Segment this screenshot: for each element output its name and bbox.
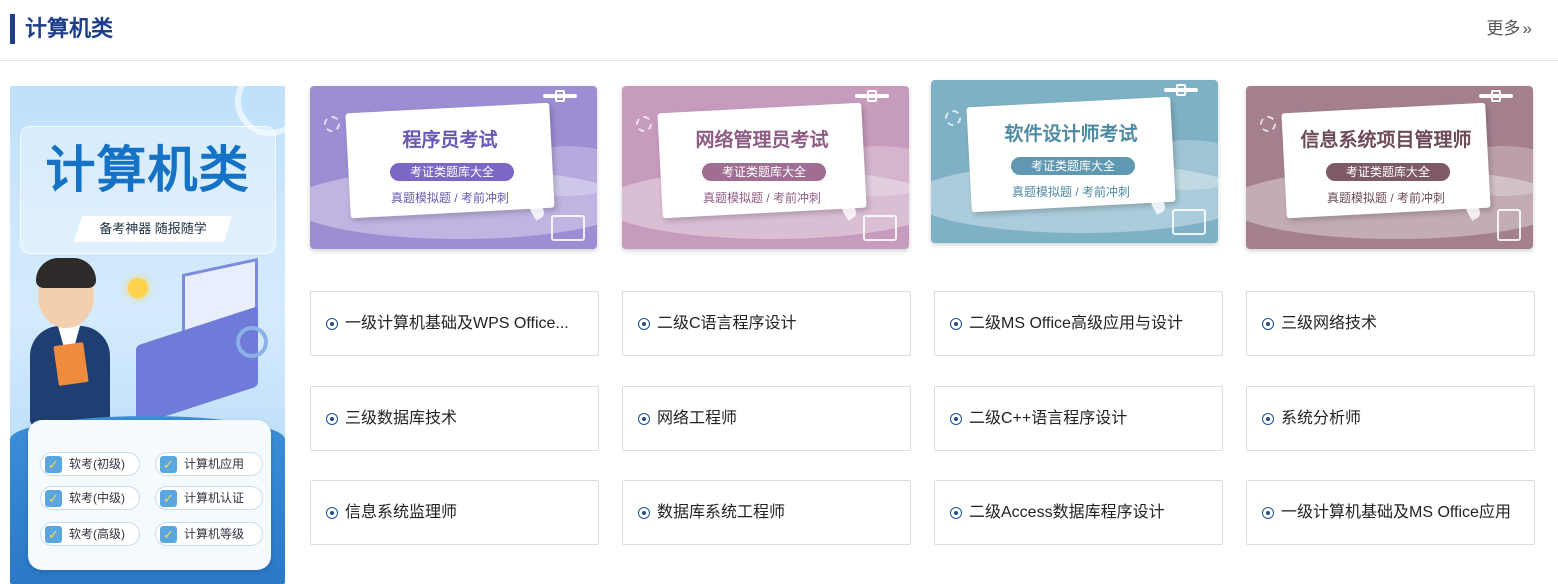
exam-link-label: 二级Access数据库程序设计 xyxy=(969,504,1165,521)
exam-link[interactable]: 一级计算机基础及MS Office应用 xyxy=(1246,480,1535,545)
exam-link[interactable]: 信息系统监理师 xyxy=(310,480,599,545)
bullet-circle-icon xyxy=(1262,318,1274,330)
magnifier-illustration xyxy=(236,326,268,358)
bullet-circle-icon xyxy=(326,318,338,330)
tag-item: ✓ 软考(中级) xyxy=(40,486,140,510)
checkbox-checked-icon: ✓ xyxy=(45,490,62,507)
tag-item: ✓ 计算机应用 xyxy=(155,452,263,476)
exam-link[interactable]: 二级C++语言程序设计 xyxy=(934,386,1223,451)
decorative-dot-icon xyxy=(945,110,961,126)
card-badge: 考证类题库大全 xyxy=(1326,163,1450,181)
exam-link-label: 三级网络技术 xyxy=(1281,315,1378,332)
section-title: 计算机类 xyxy=(25,16,114,41)
tag-label: 软考(高级) xyxy=(69,527,125,541)
bullet-circle-icon xyxy=(950,507,962,519)
bullet-circle-icon xyxy=(638,413,650,425)
exam-link[interactable]: 网络工程师 xyxy=(622,386,911,451)
exam-link-label: 二级C语言程序设计 xyxy=(657,315,797,332)
bullet-circle-icon xyxy=(638,507,650,519)
decorative-dot-icon xyxy=(324,116,340,132)
course-card[interactable]: 软件设计师考试 考证类题库大全 真题模拟题 / 考前冲刺 xyxy=(931,80,1218,243)
banner-slogan: 备考神器 随报随学 xyxy=(99,221,207,236)
tag-label: 计算机等级 xyxy=(184,527,245,541)
clip-icon xyxy=(867,90,877,102)
person-hair xyxy=(36,258,96,288)
tag-item: ✓ 软考(初级) xyxy=(40,452,140,476)
card-badge: 考证类题库大全 xyxy=(702,163,826,181)
card-title: 网络管理员考试 xyxy=(695,130,829,151)
monitor-chart-icon xyxy=(1172,209,1206,235)
checkbox-checked-icon: ✓ xyxy=(160,490,177,507)
tag-item: ✓ 计算机等级 xyxy=(155,522,263,546)
tag-label: 软考(中级) xyxy=(69,491,125,505)
exam-link-label: 网络工程师 xyxy=(657,410,738,427)
course-card[interactable]: 信息系统项目管理师 考证类题库大全 真题模拟题 / 考前冲刺 xyxy=(1246,86,1533,249)
exam-link[interactable]: 二级Access数据库程序设计 xyxy=(934,480,1223,545)
exam-link[interactable]: 三级网络技术 xyxy=(1246,291,1535,356)
laptop-chart-icon xyxy=(863,215,897,241)
bullet-circle-icon xyxy=(950,318,962,330)
exam-link[interactable]: 二级MS Office高级应用与设计 xyxy=(934,291,1223,356)
exam-link-label: 一级计算机基础及MS Office应用 xyxy=(1281,504,1511,521)
exam-link[interactable]: 系统分析师 xyxy=(1246,386,1535,451)
course-card[interactable]: 网络管理员考试 考证类题库大全 真题模拟题 / 考前冲刺 xyxy=(622,86,909,249)
users-screen-icon xyxy=(551,215,585,241)
double-chevron-right-icon: » xyxy=(1522,19,1532,38)
exam-link-label: 系统分析师 xyxy=(1281,410,1362,427)
exam-link-label: 三级数据库技术 xyxy=(345,410,458,427)
category-banner[interactable]: 计算机类 备考神器 随报随学 ✓ 软考(初级) ✓ 计算机应用 ✓ 软考(中级)… xyxy=(10,86,285,584)
decorative-dot-icon xyxy=(636,116,652,132)
clip-icon xyxy=(1176,84,1186,96)
card-subtitle: 真题模拟题 / 考前冲刺 xyxy=(1326,191,1445,205)
course-card[interactable]: 程序员考试 考证类题库大全 真题模拟题 / 考前冲刺 xyxy=(310,86,597,249)
bullet-circle-icon xyxy=(950,413,962,425)
tag-label: 计算机应用 xyxy=(184,457,245,471)
card-title: 程序员考试 xyxy=(402,130,498,151)
exam-link-label: 一级计算机基础及WPS Office... xyxy=(345,315,569,332)
more-link[interactable]: 更多» xyxy=(1487,16,1532,42)
person-book xyxy=(53,342,89,386)
clip-icon xyxy=(555,90,565,102)
card-subtitle: 真题模拟题 / 考前冲刺 xyxy=(1011,185,1130,199)
card-subtitle: 真题模拟题 / 考前冲刺 xyxy=(702,191,821,205)
decorative-dot-icon xyxy=(1260,116,1276,132)
exam-link-label: 二级C++语言程序设计 xyxy=(969,410,1128,427)
bullet-circle-icon xyxy=(326,413,338,425)
tag-label: 软考(初级) xyxy=(69,457,125,471)
more-label: 更多 xyxy=(1486,19,1521,38)
checkbox-checked-icon: ✓ xyxy=(160,456,177,473)
bullet-circle-icon xyxy=(1262,413,1274,425)
bullet-circle-icon xyxy=(638,318,650,330)
clip-icon xyxy=(1491,90,1501,102)
exam-link[interactable]: 三级数据库技术 xyxy=(310,386,599,451)
lightbulb-icon xyxy=(128,278,148,298)
card-title: 信息系统项目管理师 xyxy=(1300,130,1472,151)
exam-link-label: 信息系统监理师 xyxy=(345,504,458,521)
checkbox-checked-icon: ✓ xyxy=(160,526,177,543)
document-icon xyxy=(1497,209,1521,241)
exam-link[interactable]: 数据库系统工程师 xyxy=(622,480,911,545)
exam-link[interactable]: 一级计算机基础及WPS Office... xyxy=(310,291,599,356)
title-accent-bar xyxy=(10,14,15,44)
card-title: 软件设计师考试 xyxy=(1004,124,1138,145)
card-badge: 考证类题库大全 xyxy=(390,163,514,181)
checkbox-checked-icon: ✓ xyxy=(45,456,62,473)
bullet-circle-icon xyxy=(1262,507,1274,519)
checkbox-checked-icon: ✓ xyxy=(45,526,62,543)
card-subtitle: 真题模拟题 / 考前冲刺 xyxy=(390,191,509,205)
banner-title: 计算机类 xyxy=(45,142,250,198)
exam-link-label: 数据库系统工程师 xyxy=(657,504,786,521)
tag-item: ✓ 软考(高级) xyxy=(40,522,140,546)
section-header: 计算机类 更多» xyxy=(0,0,1558,61)
tag-item: ✓ 计算机认证 xyxy=(155,486,263,510)
exam-link[interactable]: 二级C语言程序设计 xyxy=(622,291,911,356)
card-badge: 考证类题库大全 xyxy=(1011,157,1135,175)
bullet-circle-icon xyxy=(326,507,338,519)
tag-label: 计算机认证 xyxy=(184,491,245,505)
exam-link-label: 二级MS Office高级应用与设计 xyxy=(969,315,1183,332)
